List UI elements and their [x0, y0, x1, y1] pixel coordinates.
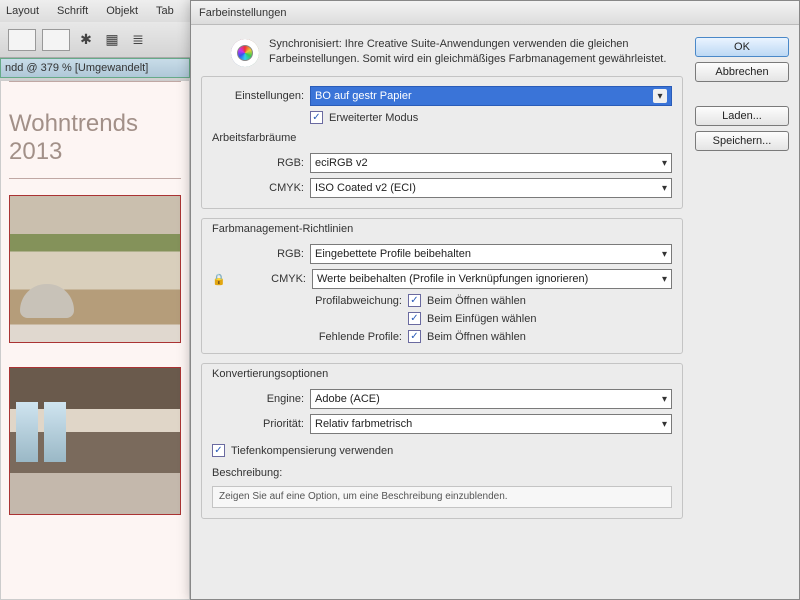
missing-open-checkbox[interactable]	[408, 330, 421, 343]
page-title: Wohntrends 2013	[9, 110, 189, 166]
working-cmyk-value: ISO Coated v2 (ECI)	[315, 182, 416, 194]
missing-profile-label: Fehlende Profile:	[212, 331, 402, 343]
priority-label: Priorität:	[212, 418, 304, 430]
policies-legend: Farbmanagement-Richtlinien	[212, 223, 672, 239]
chevron-down-icon: ▾	[653, 89, 667, 103]
menu-font[interactable]: Schrift	[57, 5, 88, 17]
working-rgb-value: eciRGB v2	[315, 157, 368, 169]
menu-layout[interactable]: Layout	[6, 5, 39, 17]
chevron-down-icon: ▾	[662, 394, 667, 405]
description-legend: Beschreibung:	[212, 467, 672, 483]
sync-status-text: Synchronisiert: Ihre Creative Suite-Anwe…	[269, 37, 683, 67]
mismatch-open-checkbox[interactable]	[408, 294, 421, 307]
document-area: Wohntrends 2013	[0, 80, 190, 600]
document-tab-label: ndd @ 379 % [Umgewandelt]	[5, 62, 148, 74]
description-text: Zeigen Sie auf eine Option, um eine Besc…	[212, 486, 672, 508]
lock-icon: 🔒	[212, 273, 226, 286]
blackpoint-label: Tiefenkompensierung verwenden	[231, 445, 393, 457]
chevron-down-icon: ▾	[662, 249, 667, 260]
priority-select[interactable]: Relativ farbmetrisch ▾	[310, 414, 672, 434]
cmyk-label: CMYK:	[212, 182, 304, 194]
mismatch-open-label: Beim Öffnen wählen	[427, 295, 526, 307]
image-frame[interactable]	[9, 367, 181, 515]
profile-mismatch-label: Profilabweichung:	[212, 295, 402, 307]
priority-value: Relativ farbmetrisch	[315, 418, 412, 430]
grid-icon[interactable]: ▦	[102, 30, 122, 50]
policy-rgb-label: RGB:	[212, 248, 304, 260]
toolbar-field[interactable]	[42, 29, 70, 51]
working-rgb-select[interactable]: eciRGB v2 ▾	[310, 153, 672, 173]
save-button[interactable]: Speichern...	[695, 131, 789, 151]
settings-select-value: BO auf gestr Papier	[315, 90, 412, 102]
engine-value: Adobe (ACE)	[315, 393, 380, 405]
mismatch-paste-checkbox[interactable]	[408, 312, 421, 325]
policy-rgb-select[interactable]: Eingebettete Profile beibehalten ▾	[310, 244, 672, 264]
conversion-group: Konvertierungsoptionen Engine: Adobe (AC…	[201, 363, 683, 519]
menu-object[interactable]: Objekt	[106, 5, 138, 17]
rgb-label: RGB:	[212, 157, 304, 169]
policy-cmyk-select[interactable]: Werte beibehalten (Profile in Verknüpfun…	[312, 269, 672, 289]
missing-open-label: Beim Öffnen wählen	[427, 331, 526, 343]
chevron-down-icon: ▾	[662, 419, 667, 430]
extended-mode-checkbox[interactable]	[310, 111, 323, 124]
policies-group: Farbmanagement-Richtlinien RGB: Eingebet…	[201, 218, 683, 354]
policy-rgb-value: Eingebettete Profile beibehalten	[315, 248, 471, 260]
list-icon[interactable]: ≣	[128, 30, 148, 50]
color-settings-dialog: Farbeinstellungen Synchronisiert: Ihre C…	[190, 0, 800, 600]
settings-select[interactable]: BO auf gestr Papier ▾	[310, 86, 672, 106]
image-frame[interactable]	[9, 195, 181, 343]
chevron-down-icon: ▾	[662, 158, 667, 169]
working-cmyk-select[interactable]: ISO Coated v2 (ECI) ▾	[310, 178, 672, 198]
engine-select[interactable]: Adobe (ACE) ▾	[310, 389, 672, 409]
dialog-title: Farbeinstellungen	[199, 7, 286, 19]
menu-table[interactable]: Tab	[156, 5, 174, 17]
bug-icon[interactable]: ✱	[76, 30, 96, 50]
sync-status-icon	[231, 39, 259, 67]
dialog-title-bar: Farbeinstellungen	[191, 1, 799, 25]
settings-label: Einstellungen:	[212, 90, 304, 102]
chevron-down-icon: ▾	[662, 183, 667, 194]
engine-label: Engine:	[212, 393, 304, 405]
policy-cmyk-label: CMYK:	[232, 273, 306, 285]
extended-mode-label: Erweiterter Modus	[329, 112, 418, 124]
toolbar-field[interactable]	[8, 29, 36, 51]
cancel-button[interactable]: Abbrechen	[695, 62, 789, 82]
settings-group: Einstellungen: BO auf gestr Papier ▾ Erw…	[201, 76, 683, 209]
mismatch-paste-label: Beim Einfügen wählen	[427, 313, 536, 325]
policy-cmyk-value: Werte beibehalten (Profile in Verknüpfun…	[317, 273, 588, 285]
chevron-down-icon: ▾	[662, 274, 667, 285]
document-tab[interactable]: ndd @ 379 % [Umgewandelt]	[0, 58, 190, 78]
ok-button[interactable]: OK	[695, 37, 789, 57]
blackpoint-checkbox[interactable]	[212, 444, 225, 457]
working-spaces-legend: Arbeitsfarbräume	[212, 132, 672, 148]
load-button[interactable]: Laden...	[695, 106, 789, 126]
conversion-legend: Konvertierungsoptionen	[212, 368, 672, 384]
